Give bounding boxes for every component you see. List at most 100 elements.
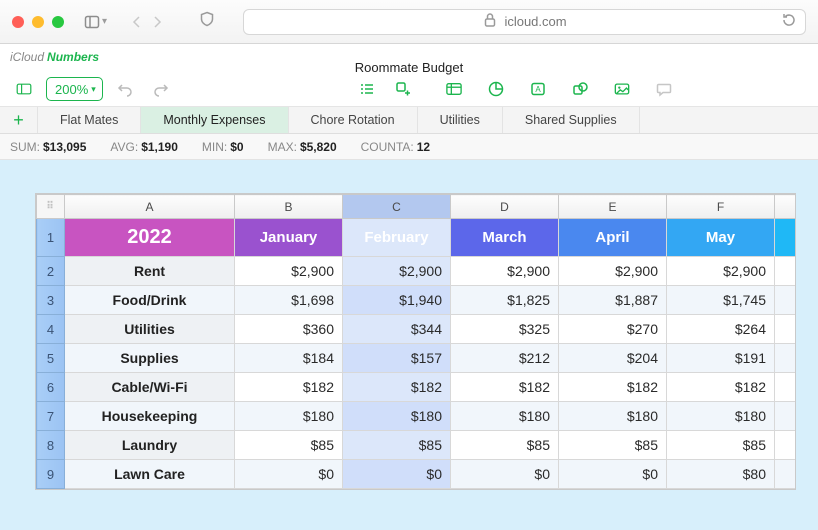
comment-icon[interactable] bbox=[650, 77, 678, 101]
col-header-b[interactable]: B bbox=[235, 195, 343, 219]
row-header[interactable]: 5 bbox=[37, 344, 65, 373]
tab-chore-rotation[interactable]: Chore Rotation bbox=[289, 107, 418, 133]
select-all-corner[interactable]: ⠿ bbox=[37, 195, 65, 219]
cell[interactable]: $0 bbox=[451, 460, 559, 489]
address-bar[interactable]: icloud.com bbox=[243, 9, 806, 35]
cell[interactable]: $80 bbox=[667, 460, 775, 489]
cell-partial[interactable] bbox=[775, 257, 795, 286]
privacy-shield-icon[interactable] bbox=[199, 11, 215, 32]
col-header-c[interactable]: C bbox=[343, 195, 451, 219]
cell[interactable]: $1,825 bbox=[451, 286, 559, 315]
zoom-window-button[interactable] bbox=[52, 16, 64, 28]
cell[interactable]: $184 bbox=[235, 344, 343, 373]
stat-min[interactable]: MIN:$0 bbox=[202, 140, 244, 154]
cell-partial[interactable] bbox=[775, 460, 795, 489]
spreadsheet-canvas[interactable]: ⠿ A B C D E F 1 2022 January February Ma… bbox=[0, 160, 818, 530]
cell[interactable]: $157 bbox=[343, 344, 451, 373]
cell[interactable]: $182 bbox=[667, 373, 775, 402]
cell[interactable]: $360 bbox=[235, 315, 343, 344]
cell[interactable]: $180 bbox=[667, 402, 775, 431]
col-header-partial[interactable] bbox=[775, 195, 795, 219]
cell[interactable]: $0 bbox=[235, 460, 343, 489]
minimize-window-button[interactable] bbox=[32, 16, 44, 28]
cell-year[interactable]: 2022 bbox=[65, 219, 235, 257]
cell[interactable]: $180 bbox=[559, 402, 667, 431]
cell-month-partial[interactable] bbox=[775, 219, 795, 257]
chart-icon[interactable] bbox=[482, 77, 510, 101]
sidebar-icon[interactable] bbox=[84, 14, 100, 30]
cell-label[interactable]: Housekeeping bbox=[65, 402, 235, 431]
reload-icon[interactable] bbox=[781, 12, 797, 31]
tab-monthly-expenses[interactable]: Monthly Expenses bbox=[141, 107, 288, 133]
forward-button[interactable] bbox=[149, 14, 165, 30]
close-window-button[interactable] bbox=[12, 16, 24, 28]
undo-button[interactable] bbox=[111, 77, 139, 101]
cell[interactable]: $85 bbox=[343, 431, 451, 460]
cell[interactable]: $182 bbox=[451, 373, 559, 402]
insert-icon[interactable] bbox=[389, 77, 417, 101]
cell[interactable]: $2,900 bbox=[451, 257, 559, 286]
redo-button[interactable] bbox=[147, 77, 175, 101]
stat-sum[interactable]: SUM:$13,095 bbox=[10, 140, 86, 154]
media-icon[interactable] bbox=[608, 77, 636, 101]
back-button[interactable] bbox=[129, 14, 145, 30]
text-icon[interactable]: A bbox=[524, 77, 552, 101]
cell[interactable]: $212 bbox=[451, 344, 559, 373]
cell[interactable]: $204 bbox=[559, 344, 667, 373]
cell[interactable]: $1,698 bbox=[235, 286, 343, 315]
cell-label[interactable]: Rent bbox=[65, 257, 235, 286]
cell-month-mar[interactable]: March bbox=[451, 219, 559, 257]
cell[interactable]: $270 bbox=[559, 315, 667, 344]
cell[interactable]: $2,900 bbox=[667, 257, 775, 286]
cell[interactable]: $191 bbox=[667, 344, 775, 373]
cell[interactable]: $0 bbox=[559, 460, 667, 489]
table-icon[interactable] bbox=[440, 77, 468, 101]
row-header[interactable]: 3 bbox=[37, 286, 65, 315]
row-header[interactable]: 2 bbox=[37, 257, 65, 286]
col-header-e[interactable]: E bbox=[559, 195, 667, 219]
cell[interactable]: $2,900 bbox=[559, 257, 667, 286]
cell[interactable]: $180 bbox=[451, 402, 559, 431]
col-header-d[interactable]: D bbox=[451, 195, 559, 219]
cell[interactable]: $325 bbox=[451, 315, 559, 344]
stat-max[interactable]: MAX:$5,820 bbox=[268, 140, 337, 154]
cell[interactable]: $85 bbox=[235, 431, 343, 460]
cell[interactable]: $182 bbox=[559, 373, 667, 402]
cell[interactable]: $180 bbox=[343, 402, 451, 431]
cell[interactable]: $344 bbox=[343, 315, 451, 344]
app-branding[interactable]: iCloudNumbers bbox=[10, 50, 99, 64]
row-header-1[interactable]: 1 bbox=[37, 219, 65, 257]
cell[interactable]: $85 bbox=[451, 431, 559, 460]
cell[interactable]: $182 bbox=[235, 373, 343, 402]
cell[interactable]: $180 bbox=[235, 402, 343, 431]
tab-utilities[interactable]: Utilities bbox=[418, 107, 503, 133]
row-header[interactable]: 4 bbox=[37, 315, 65, 344]
chevron-down-icon[interactable]: ▾ bbox=[102, 16, 107, 27]
cell-label[interactable]: Lawn Care bbox=[65, 460, 235, 489]
add-sheet-button[interactable]: + bbox=[0, 107, 38, 133]
row-header[interactable]: 8 bbox=[37, 431, 65, 460]
cell-month-apr[interactable]: April bbox=[559, 219, 667, 257]
col-header-a[interactable]: A bbox=[65, 195, 235, 219]
cell-label[interactable]: Utilities bbox=[65, 315, 235, 344]
cell[interactable]: $0 bbox=[343, 460, 451, 489]
cell-label[interactable]: Supplies bbox=[65, 344, 235, 373]
row-header[interactable]: 6 bbox=[37, 373, 65, 402]
cell-partial[interactable] bbox=[775, 315, 795, 344]
cell-partial[interactable] bbox=[775, 431, 795, 460]
cell-partial[interactable] bbox=[775, 402, 795, 431]
cell[interactable]: $1,887 bbox=[559, 286, 667, 315]
cell[interactable]: $2,900 bbox=[343, 257, 451, 286]
cell[interactable]: $2,900 bbox=[235, 257, 343, 286]
cell[interactable]: $264 bbox=[667, 315, 775, 344]
cell-label[interactable]: Food/Drink bbox=[65, 286, 235, 315]
cell-month-may[interactable]: May bbox=[667, 219, 775, 257]
cell-partial[interactable] bbox=[775, 373, 795, 402]
tab-shared-supplies[interactable]: Shared Supplies bbox=[503, 107, 640, 133]
list-icon[interactable] bbox=[353, 77, 381, 101]
cell-month-feb[interactable]: February bbox=[343, 219, 451, 257]
spreadsheet-table[interactable]: ⠿ A B C D E F 1 2022 January February Ma… bbox=[36, 194, 795, 489]
row-header[interactable]: 7 bbox=[37, 402, 65, 431]
document-title[interactable]: Roommate Budget bbox=[355, 60, 463, 75]
cell-label[interactable]: Laundry bbox=[65, 431, 235, 460]
